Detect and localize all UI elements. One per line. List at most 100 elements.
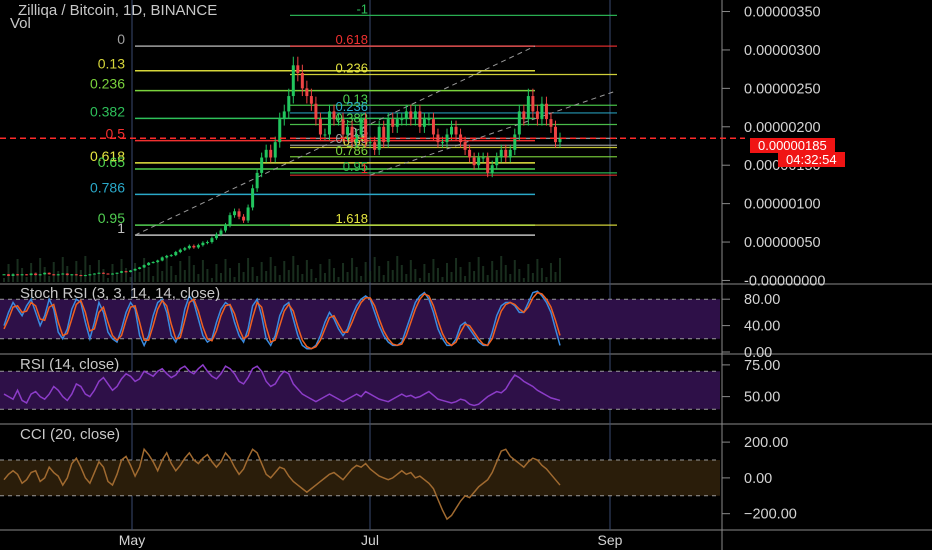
volume-bar bbox=[52, 262, 55, 282]
indicator-band bbox=[0, 460, 720, 496]
candle-body bbox=[508, 149, 512, 158]
volume-bar bbox=[531, 273, 534, 282]
candle-body bbox=[386, 119, 390, 143]
x-tick-label: Sep bbox=[598, 532, 623, 548]
volume-bar bbox=[152, 276, 155, 282]
chart-canvas: May Jul Sep 0.00000350 0.00000300 0.00000250 0… bbox=[0, 0, 932, 550]
candle-body bbox=[25, 274, 29, 276]
fib-level-label: 0.236 bbox=[90, 76, 125, 92]
candle-body bbox=[169, 255, 173, 257]
fib-ext-label: 0.618 bbox=[335, 32, 368, 47]
volume-bar bbox=[179, 261, 182, 282]
volume-bar bbox=[536, 259, 539, 282]
volume-bar bbox=[495, 270, 498, 282]
candle-body bbox=[436, 134, 440, 143]
candle-body bbox=[535, 111, 539, 120]
volume-bar bbox=[219, 273, 222, 282]
volume-bar bbox=[61, 257, 64, 282]
volume-bar bbox=[106, 278, 109, 282]
candle-body bbox=[251, 188, 255, 208]
volume-bar bbox=[351, 258, 354, 282]
fib-ext-label: -1 bbox=[356, 1, 368, 16]
candle-body bbox=[88, 274, 92, 276]
candle-body bbox=[327, 111, 331, 135]
volume-bar bbox=[441, 277, 444, 282]
indicator-tick-label: 200.00 bbox=[744, 435, 788, 451]
indicator-band bbox=[0, 371, 720, 410]
volume-bar bbox=[382, 275, 385, 282]
candle-body bbox=[350, 126, 354, 143]
candle-body bbox=[228, 215, 232, 226]
volume-bar bbox=[283, 261, 286, 282]
fib-level-label: 1 bbox=[117, 220, 125, 236]
candle-body bbox=[517, 111, 521, 135]
candle-body bbox=[395, 119, 399, 127]
candle-body bbox=[472, 157, 476, 166]
indicator-tick-label: 0.00 bbox=[744, 471, 772, 487]
candle-body bbox=[223, 225, 227, 231]
volume-bar bbox=[84, 256, 87, 282]
volume-bar bbox=[129, 277, 132, 282]
volume-bar bbox=[342, 263, 345, 282]
candle-body bbox=[47, 272, 51, 275]
candle-body bbox=[540, 103, 544, 120]
volume-bar bbox=[143, 258, 146, 282]
candle-body bbox=[110, 273, 114, 275]
candle-body bbox=[409, 111, 413, 120]
volume-bar bbox=[88, 265, 91, 282]
candle-body bbox=[382, 126, 386, 143]
price-tick-label: 0.00000100 bbox=[744, 197, 821, 213]
volume-bar bbox=[116, 273, 119, 282]
fib-level-label: 0.786 bbox=[90, 179, 125, 195]
candle-body bbox=[400, 119, 404, 121]
candle-body bbox=[427, 119, 431, 121]
volume-bar bbox=[305, 260, 308, 282]
volume-bar bbox=[238, 263, 241, 282]
candle-body bbox=[74, 274, 78, 276]
candle-body bbox=[92, 273, 96, 275]
volume-bar bbox=[156, 262, 159, 282]
candle-body bbox=[305, 88, 309, 97]
volume-bar bbox=[559, 258, 561, 282]
candle-body bbox=[233, 211, 237, 216]
volume-bar bbox=[346, 272, 349, 282]
volume-bar bbox=[473, 271, 476, 282]
fib-level-label: 0 bbox=[117, 31, 125, 47]
candle-body bbox=[260, 157, 264, 173]
volume-bar bbox=[161, 271, 164, 282]
volume-bar bbox=[147, 267, 150, 282]
volume-bar bbox=[432, 259, 435, 282]
candle-body bbox=[61, 273, 65, 275]
candle-body bbox=[513, 134, 517, 150]
volume-bar bbox=[30, 263, 33, 282]
candle-body bbox=[486, 157, 490, 173]
candle-body bbox=[404, 111, 408, 120]
volume-bar bbox=[39, 258, 42, 282]
candle-body bbox=[318, 119, 322, 135]
volume-bar bbox=[436, 268, 439, 282]
volume-bar bbox=[364, 262, 367, 282]
volume-bar bbox=[75, 261, 78, 282]
candle-body bbox=[422, 119, 426, 127]
volume-bar bbox=[482, 266, 485, 282]
volume-bar bbox=[373, 257, 376, 282]
candle-body bbox=[214, 234, 218, 239]
candle-body bbox=[56, 274, 60, 276]
indicator-tick-label: 40.00 bbox=[744, 319, 780, 335]
candle-body bbox=[192, 245, 196, 248]
candle-body bbox=[187, 245, 191, 249]
volume-bar bbox=[224, 259, 227, 282]
price-tick-label: 0.00000250 bbox=[744, 81, 821, 97]
volume-bar bbox=[513, 260, 516, 282]
x-tick-label: Jul bbox=[361, 532, 379, 548]
indicator-tick-label: 80.00 bbox=[744, 292, 780, 308]
volume-bar bbox=[3, 278, 5, 282]
x-tick-label: May bbox=[119, 532, 145, 548]
volume-bar bbox=[174, 275, 177, 282]
candle-body bbox=[477, 157, 481, 166]
candle-body bbox=[300, 72, 304, 89]
volume-bar bbox=[554, 272, 557, 282]
volume-bar bbox=[16, 259, 19, 282]
candle-body bbox=[237, 211, 241, 217]
candle-body bbox=[553, 126, 557, 143]
